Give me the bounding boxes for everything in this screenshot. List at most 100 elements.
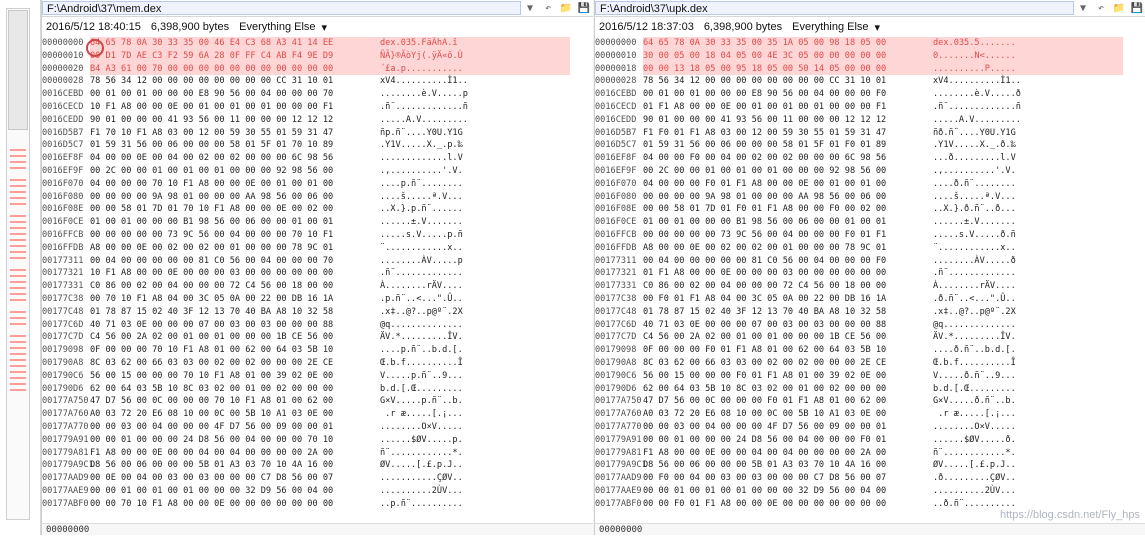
right-hex-row[interactable]: 00179098 0F 00 00 00 F0 01 F1 A8 01 00 62… — [595, 344, 1145, 357]
left-hex-bytes[interactable]: 10 F1 A8 00 00 0E 00 00 00 03 00 00 00 0… — [90, 267, 380, 280]
left-hex-bytes[interactable]: C4 56 00 2A 02 00 01 00 01 00 00 00 1B C… — [90, 331, 380, 344]
right-hex-row[interactable]: 001790D6 62 00 64 03 5B 10 8C 03 02 00 01… — [595, 383, 1145, 396]
right-hex-row[interactable]: 0016CEBD 00 01 00 01 00 00 00 E8 90 56 00… — [595, 88, 1145, 101]
right-hex-ascii[interactable]: .x‡..@?..p@º¨.2X — [933, 306, 1123, 319]
left-hex-row[interactable]: 0016F080 00 00 00 00 9A 98 01 00 00 00 AA… — [42, 191, 593, 204]
left-hex-row[interactable]: 00000020 B4 A3 61 00 70 00 00 00 00 00 00… — [42, 62, 593, 76]
right-hex-row[interactable]: 001779A81 F1 A8 00 00 0E 00 00 04 00 04 0… — [595, 447, 1145, 460]
right-hex-bytes[interactable]: 04 00 00 F0 00 04 00 02 00 02 00 00 00 6… — [643, 152, 933, 165]
left-hex-row[interactable]: 0016CEBD 00 01 00 01 00 00 00 E8 90 56 00… — [42, 88, 593, 101]
right-hex-ascii[interactable]: @q.............. — [933, 319, 1123, 332]
overview-scrollbar[interactable] — [6, 8, 30, 520]
right-hex-ascii[interactable]: .r æ.....[.¡... — [933, 408, 1123, 421]
left-hex-ascii[interactable]: ..........2ÙV... — [380, 485, 570, 498]
left-hex-bytes[interactable]: 00 00 00 00 9A 98 01 00 00 00 AA 98 56 0… — [90, 191, 380, 204]
left-hex-row[interactable]: 00000028 78 56 34 12 00 00 00 00 00 00 00… — [42, 75, 593, 88]
right-hex-ascii[interactable]: dex.035.5....... — [933, 37, 1123, 50]
left-hex-ascii[interactable]: .ñ¨.............ñ — [380, 101, 570, 114]
left-hex-row[interactable]: 00177AAD9 00 0E 00 04 00 03 00 03 00 00 0… — [42, 472, 593, 485]
right-hex-ascii[interactable]: b.d.[.Œ......... — [933, 383, 1123, 396]
right-hex-ascii[interactable]: ....ð.ñ¨..b.d.[. — [933, 344, 1123, 357]
left-hex-bytes[interactable]: 00 70 10 F1 A8 04 00 3C 05 0A 00 22 00 D… — [90, 293, 380, 306]
right-hex-row[interactable]: 00000010 30 00 05 00 18 04 05 00 4E 3C 05… — [595, 49, 1145, 63]
left-hex-bytes[interactable]: B4 A3 61 00 70 00 00 00 00 00 00 00 00 0… — [90, 62, 380, 76]
right-hex-bytes[interactable]: 01 59 31 56 00 06 00 00 00 58 01 5F 01 F… — [643, 139, 933, 152]
right-hex-ascii[interactable]: .ñ¨.............ñ — [933, 101, 1123, 114]
right-hex-ascii[interactable]: .ð.ñ¨..<...".Û.. — [933, 293, 1123, 306]
right-hex-ascii[interactable]: .ð.........ÇØV.. — [933, 472, 1123, 485]
right-hex-ascii[interactable]: ......$ØV.....ð. — [933, 434, 1123, 447]
right-hex-bytes[interactable]: 8C 03 62 00 66 03 03 00 02 00 02 00 00 0… — [643, 357, 933, 370]
right-hex-ascii[interactable]: .ñ¨............. — [933, 267, 1123, 280]
left-hex-row[interactable]: 00177C38 00 70 10 F1 A8 04 00 3C 05 0A 00… — [42, 293, 593, 306]
left-hex-bytes[interactable]: F1 A8 00 00 0E 00 00 04 00 04 00 00 00 0… — [90, 447, 380, 460]
right-hex-ascii[interactable]: xV4..........Ì1.. — [933, 75, 1123, 88]
right-hex-ascii[interactable]: ........è.V.....ð — [933, 88, 1123, 101]
left-hex-ascii[interactable]: ......±.V....... — [380, 216, 570, 229]
left-hex-ascii[interactable]: V.....p.ñ¨..9... — [380, 370, 570, 383]
right-hex-ascii[interactable]: V.....ð.ñ¨..9... — [933, 370, 1123, 383]
right-hex-row[interactable]: 00177331 C0 86 00 02 00 04 00 00 00 72 C4… — [595, 280, 1145, 293]
left-hex-row[interactable]: 001779A81 F1 A8 00 00 0E 00 00 04 00 04 0… — [42, 447, 593, 460]
left-hex-ascii[interactable]: dex.035.FäÃhA.î — [380, 37, 570, 50]
left-hex-bytes[interactable]: A8 00 00 0E 00 02 00 02 00 01 00 00 00 7… — [90, 242, 380, 255]
left-hex-row[interactable]: 001790A8 8C 03 62 00 66 03 03 00 02 00 02… — [42, 357, 593, 370]
left-hex-ascii[interactable]: ñp.ñ¨....Y0U.Y1G — [380, 127, 570, 140]
right-hex-ascii[interactable]: ..........2ÙV... — [933, 485, 1123, 498]
right-hex-bytes[interactable]: 01 F1 A8 00 00 0E 00 00 00 03 00 00 00 0… — [643, 267, 933, 280]
right-hex-row[interactable]: 00177A760 A0 03 72 20 E6 08 10 00 0C 00 5… — [595, 408, 1145, 421]
left-hex-ascii[interactable]: .x‡..@?..p@º¨.2X — [380, 306, 570, 319]
left-path-dropdown-icon[interactable]: ▼ — [521, 1, 539, 15]
left-hex-ascii[interactable]: ........O×V..... — [380, 421, 570, 434]
right-hex-ascii[interactable]: ñ¨............*. — [933, 447, 1123, 460]
right-hex-row[interactable]: 00177AAD9 00 F0 00 04 00 03 00 03 00 00 0… — [595, 472, 1145, 485]
right-hex-bytes[interactable]: 62 00 64 03 5B 10 8C 03 02 00 01 00 02 0… — [643, 383, 933, 396]
right-hex-row[interactable]: 00177C48 01 78 87 15 02 40 3F 12 13 70 40… — [595, 306, 1145, 319]
left-save-icon[interactable]: 💾 — [575, 1, 593, 15]
left-hex-bytes[interactable]: 04 00 00 0E 00 04 00 02 00 02 00 00 00 6… — [90, 152, 380, 165]
right-hex-ascii[interactable]: .Y1V.....X._.ð.‰ — [933, 139, 1123, 152]
right-hex-row[interactable]: 00177A750 47 D7 56 00 0C 00 00 00 F0 01 F… — [595, 395, 1145, 408]
right-hex-row[interactable]: 00000000 64 65 78 0A 30 33 35 00 35 1A 05… — [595, 37, 1145, 50]
left-hex-row[interactable]: 001779A91 00 00 01 00 00 00 24 D8 56 00 0… — [42, 434, 593, 447]
left-hex-ascii[interactable]: ÄV.*.........ÎV. — [380, 331, 570, 344]
right-hex-ascii[interactable]: ..X.}.ð.ñ¨..ð... — [933, 203, 1123, 216]
right-hex-bytes[interactable]: C0 86 00 02 00 04 00 00 00 72 C4 56 00 1… — [643, 280, 933, 293]
left-hex-row[interactable]: 0016F0CE 01 00 01 00 00 00 B1 98 56 00 06… — [42, 216, 593, 229]
right-hex-row[interactable]: 00177C7D C4 56 00 2A 02 00 01 00 01 00 00… — [595, 331, 1145, 344]
right-hex-bytes[interactable]: 00 00 13 18 05 00 95 18 05 00 50 14 05 0… — [643, 62, 933, 76]
left-hex-row[interactable]: 0016F070 04 00 00 00 70 10 F1 A8 00 00 0E… — [42, 178, 593, 191]
left-hex-bytes[interactable]: 00 D1 7D AE C3 F2 59 6A 28 0F FF C4 AB F… — [90, 49, 380, 63]
right-hex-row[interactable]: 00177AAE9 00 00 01 00 01 00 01 00 00 00 3… — [595, 485, 1145, 498]
left-hex-row[interactable]: 0016D5C7 01 59 31 56 00 06 00 00 00 58 01… — [42, 139, 593, 152]
right-path-field[interactable]: F:\Android\37\upk.dex — [595, 1, 1074, 15]
left-hex-row[interactable]: 001790D6 62 00 64 03 5B 10 8C 03 02 00 01… — [42, 383, 593, 396]
left-hex-row[interactable]: 00177A750 47 D7 56 00 0C 00 00 00 70 10 F… — [42, 395, 593, 408]
left-hex-bytes[interactable]: 00 0E 00 04 00 03 00 03 00 00 00 C7 D8 5… — [90, 472, 380, 485]
right-hex-bytes[interactable]: 00 00 F0 01 F1 A8 00 00 0E 00 00 00 00 0… — [643, 498, 933, 511]
right-hex-ascii[interactable]: .....s.V.....ð.ñ — [933, 229, 1123, 242]
left-hex-row[interactable]: 0016FFCB 00 00 00 00 00 73 9C 56 00 04 00… — [42, 229, 593, 242]
right-hex-bytes[interactable]: 00 00 01 00 00 00 24 D8 56 00 04 00 00 0… — [643, 434, 933, 447]
left-hex-bytes[interactable]: 00 04 00 00 00 00 00 81 C0 56 00 04 00 0… — [90, 255, 380, 268]
right-hex-bytes[interactable]: F1 A8 00 00 0E 00 00 04 00 04 00 00 00 0… — [643, 447, 933, 460]
right-hex-ascii[interactable]: ...ð.........l.V — [933, 152, 1123, 165]
right-hex-ascii[interactable]: ......±.V....... — [933, 216, 1123, 229]
left-hex-row[interactable]: 0016CECD 10 F1 A8 00 00 0E 00 01 00 01 00… — [42, 101, 593, 114]
right-hex-bytes[interactable]: 0F 00 00 00 F0 01 F1 A8 01 00 62 00 64 0… — [643, 344, 933, 357]
left-view-select[interactable]: Everything Else ▾ — [239, 21, 327, 34]
right-hex-bytes[interactable]: 01 F1 A8 00 00 0E 00 01 00 01 00 01 00 0… — [643, 101, 933, 114]
left-hex-ascii[interactable]: ..X.}.p.ñ¨...... — [380, 203, 570, 216]
right-hex-row[interactable]: 001779A91 00 00 01 00 00 00 24 D8 56 00 0… — [595, 434, 1145, 447]
left-hex-bytes[interactable]: 90 01 00 00 00 41 93 56 00 11 00 00 00 1… — [90, 114, 380, 127]
left-hex-bytes[interactable]: 00 00 00 00 00 73 9C 56 00 04 00 00 00 7… — [90, 229, 380, 242]
right-hex-row[interactable]: 00177311 00 04 00 00 00 00 00 81 C0 56 00… — [595, 255, 1145, 268]
left-hex-bytes[interactable]: 01 78 87 15 02 40 3F 12 13 70 40 BA A8 1… — [90, 306, 380, 319]
right-hex-ascii[interactable]: ..........P..... — [933, 62, 1123, 76]
left-hex-bytes[interactable]: 10 F1 A8 00 00 0E 00 01 00 01 00 01 00 0… — [90, 101, 380, 114]
left-hex-row[interactable]: 0016FFDB A8 00 00 0E 00 02 00 02 00 01 00… — [42, 242, 593, 255]
left-path-field[interactable]: F:\Android\37\mem.dex — [42, 1, 521, 15]
right-hex-ascii[interactable]: Œ.b.f..........Î — [933, 357, 1123, 370]
right-hex-bytes[interactable]: 47 D7 56 00 0C 00 00 00 F0 01 F1 A8 01 0… — [643, 395, 933, 408]
left-hex-row[interactable]: 00177ABF0 00 00 70 10 F1 A8 00 00 0E 00 0… — [42, 498, 593, 511]
